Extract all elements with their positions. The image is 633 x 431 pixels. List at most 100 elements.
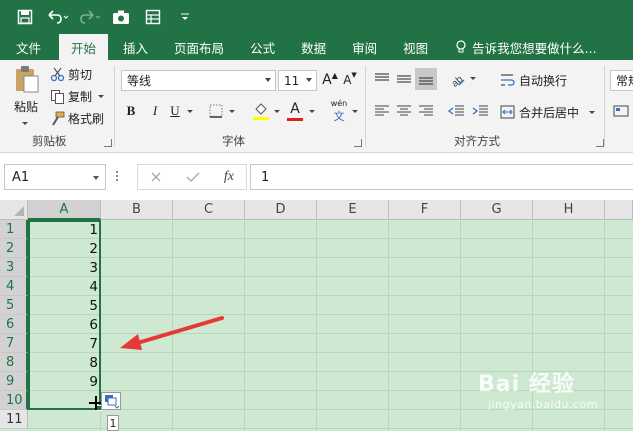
column-header-e[interactable]: E (317, 200, 389, 220)
copy-button[interactable]: 复制 (50, 87, 105, 105)
insert-function-icon[interactable]: fx (224, 169, 234, 185)
row-header-9[interactable]: 9 (0, 372, 28, 391)
row-header-10[interactable]: 10 (0, 391, 28, 410)
row-header-2[interactable]: 2 (0, 239, 28, 258)
number-format-select[interactable]: 常规 (610, 70, 633, 91)
row-header-1[interactable]: 1 (0, 220, 28, 239)
form-icon[interactable] (142, 6, 164, 28)
tab-formulas[interactable]: 公式 (237, 34, 288, 60)
row-header-11[interactable]: 11 (0, 410, 28, 429)
grow-font-button[interactable]: A ▲ (322, 70, 338, 90)
customize-icon[interactable] (174, 6, 196, 28)
paste-dropdown-icon[interactable] (22, 122, 28, 125)
phonetic-button[interactable]: wén 文 (328, 98, 350, 124)
column-header-h[interactable]: H (533, 200, 605, 220)
copy-icon (51, 89, 64, 104)
formula-input[interactable]: 1 (250, 164, 633, 190)
shrink-font-button[interactable]: A ▼ (342, 70, 358, 90)
selection-range (28, 220, 101, 410)
italic-button[interactable]: I (148, 102, 162, 120)
accounting-format-button[interactable] (612, 102, 630, 120)
increase-indent-button[interactable] (470, 102, 490, 120)
wrap-text-icon (501, 74, 515, 86)
wrap-text-button[interactable]: 自动换行 (500, 70, 567, 90)
font-color-button[interactable]: A (286, 100, 304, 122)
column-header-f[interactable]: F (389, 200, 461, 220)
watermark: Bai 经验 jingyan.baidu.com (478, 362, 628, 422)
tell-me-text: 告诉我您想要做什么... (472, 40, 597, 56)
cell-a11[interactable] (28, 410, 101, 429)
align-middle-button[interactable] (395, 70, 413, 88)
paste-button[interactable]: 粘贴 (8, 64, 44, 124)
phonetic-top: wén (330, 98, 348, 108)
row-header-5[interactable]: 5 (0, 296, 28, 315)
font-name-select[interactable]: 等线 (121, 70, 276, 91)
tab-data[interactable]: 数据 (288, 34, 339, 60)
column-header-c[interactable]: C (173, 200, 245, 220)
tab-file[interactable]: 文件 (0, 34, 57, 60)
undo-icon[interactable] (46, 6, 68, 28)
underline-button[interactable]: U (168, 102, 182, 120)
format-painter-button[interactable]: 格式刷 (50, 109, 104, 127)
fill-value-tooltip: 1 (107, 415, 119, 431)
align-right-button[interactable] (417, 102, 435, 120)
enter-icon[interactable] (186, 171, 200, 183)
tell-me-box[interactable]: 告诉我您想要做什么... (441, 34, 609, 60)
column-header-b[interactable]: B (101, 200, 173, 220)
row-header-4[interactable]: 4 (0, 277, 28, 296)
row-header-8[interactable]: 8 (0, 353, 28, 372)
cancel-icon[interactable] (150, 171, 162, 183)
formula-bar-grip[interactable] (116, 171, 118, 181)
merge-center-button[interactable]: 合并后居中 (500, 102, 596, 122)
watermark-main: Bai 经验 (478, 372, 575, 397)
select-all-button[interactable] (0, 200, 28, 220)
save-icon[interactable] (14, 6, 36, 28)
camera-icon[interactable] (110, 6, 132, 28)
copy-dropdown-icon[interactable] (98, 94, 105, 98)
watermark-sub: jingyan.baidu.com (488, 398, 599, 411)
tab-page-layout[interactable]: 页面布局 (161, 34, 237, 60)
tab-view[interactable]: 视图 (390, 34, 441, 60)
align-bottom-icon (419, 77, 433, 85)
align-left-icon (375, 105, 389, 116)
font-size-value: 11 (284, 73, 300, 88)
font-group-label: 字体 (222, 134, 245, 148)
column-header-g[interactable]: G (461, 200, 533, 220)
column-header-next[interactable] (605, 200, 633, 220)
bold-button[interactable]: B (124, 102, 138, 120)
clipboard-launcher-icon[interactable] (104, 139, 112, 147)
underline-dropdown-icon[interactable] (187, 110, 193, 113)
orientation-button[interactable]: ab (448, 69, 466, 89)
phonetic-dropdown-icon[interactable] (352, 110, 358, 113)
row-header-7[interactable]: 7 (0, 334, 28, 353)
cut-button[interactable]: 剪切 (50, 65, 92, 83)
fill-color-button[interactable] (252, 100, 270, 122)
orientation-dropdown-icon[interactable] (470, 77, 476, 80)
borders-button[interactable] (208, 102, 224, 120)
align-top-button[interactable] (373, 70, 391, 88)
tab-insert[interactable]: 插入 (110, 34, 161, 60)
row-header-6[interactable]: 6 (0, 315, 28, 334)
font-color-dropdown-icon[interactable] (309, 110, 315, 113)
align-center-button[interactable] (395, 102, 413, 120)
align-left-button[interactable] (373, 102, 391, 120)
name-box-dropdown-icon[interactable] (93, 176, 99, 180)
column-header-a[interactable]: A (28, 200, 101, 220)
font-launcher-icon[interactable] (354, 139, 362, 147)
alignment-launcher-icon[interactable] (596, 139, 604, 147)
row-header-3[interactable]: 3 (0, 258, 28, 277)
decrease-indent-button[interactable] (446, 102, 466, 120)
font-size-select[interactable]: 11 (278, 70, 317, 91)
fill-color-dropdown-icon[interactable] (274, 110, 280, 113)
tab-home[interactable]: 开始 (59, 34, 109, 60)
redo-icon[interactable] (78, 6, 100, 28)
name-box[interactable]: A1 (4, 164, 106, 190)
auto-fill-options-button[interactable] (101, 392, 121, 410)
align-bottom-button[interactable] (415, 68, 437, 90)
tab-review[interactable]: 审阅 (339, 34, 390, 60)
merge-dropdown-icon[interactable] (589, 110, 596, 114)
borders-dropdown-icon[interactable] (229, 110, 235, 113)
ribbon-home: 粘贴 剪切 复制 格式刷 剪贴板 等线 11 A ▲ A ▼ B I U A w… (0, 60, 633, 153)
column-header-d[interactable]: D (245, 200, 317, 220)
scissors-icon (50, 67, 65, 81)
